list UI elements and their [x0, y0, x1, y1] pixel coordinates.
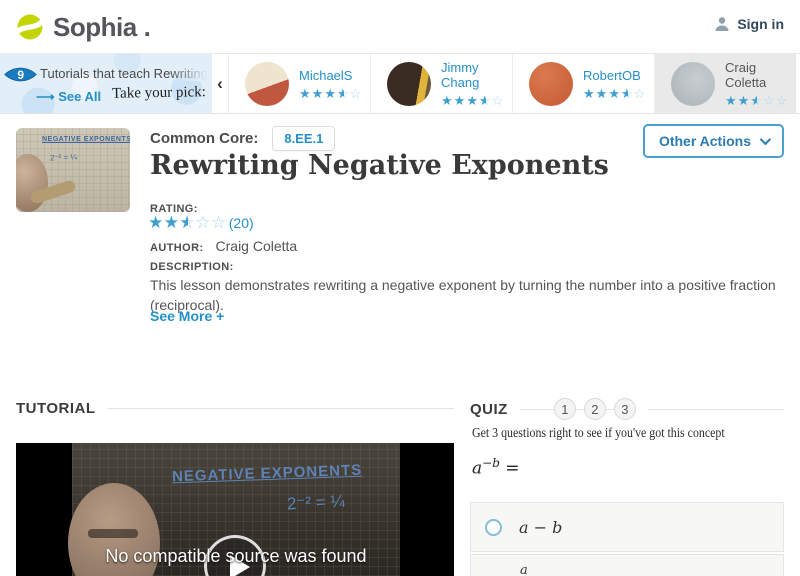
carousel-prev-button[interactable]: ‹ — [212, 54, 228, 113]
tutorial-count-badge: 9 — [4, 58, 37, 91]
formula-exponent: −b — [482, 456, 500, 470]
tutor-name: Jimmy Chang — [441, 60, 480, 90]
author-row: AUTHOR: Craig Coletta — [150, 238, 297, 254]
video-player[interactable]: NEGATIVE EXPONENTS 2⁻² = ¼ No compatible… — [16, 443, 454, 576]
quiz-option-1[interactable]: a − b — [470, 502, 784, 552]
quiz-rule-segment — [519, 408, 554, 410]
see-more-link[interactable]: See More + — [150, 308, 224, 324]
sign-in-button[interactable]: Sign in — [714, 16, 784, 32]
quiz-option-2[interactable]: a — [470, 554, 784, 576]
tutor-card-robertob[interactable]: RobertOB ★★★ ★ ☆☆ — [512, 54, 654, 113]
description-text: This lesson demonstrates rewriting a neg… — [150, 277, 776, 313]
video-person-glasses — [88, 529, 138, 538]
tutor-rating-stars: ★★★ ★ ☆☆ — [299, 85, 363, 101]
tutor-avatar — [529, 61, 573, 106]
quiz-step-2[interactable]: 2 — [583, 398, 606, 420]
other-actions-button[interactable]: Other Actions — [642, 124, 784, 158]
rating-stars: ★★ ★ ☆☆☆ — [148, 213, 227, 232]
rating-count-link[interactable]: (20) — [229, 215, 254, 231]
quiz-instruction: Get 3 questions right to see if you've g… — [472, 426, 725, 441]
author-label: AUTHOR: — [150, 242, 204, 254]
page: Sophia. Sign in 9 Tutorials that teach R… — [0, 0, 800, 576]
tutor-rating-stars: ★★★ ★ ☆☆ — [441, 93, 505, 108]
sign-in-label: Sign in — [737, 16, 784, 32]
tutorial-section-heading: TUTORIAL — [16, 400, 454, 417]
thumbnail-board-equation: 2⁻² = ¼ — [49, 152, 78, 163]
tutor-carousel: 9 Tutorials that teach Rewriting N ⟶ See… — [0, 53, 800, 114]
tutor-name: MichaelS — [299, 67, 353, 83]
quiz-rule-segment — [605, 408, 614, 410]
carousel-next-button[interactable]: › — [796, 54, 800, 113]
carousel-title: Tutorials that teach Rewriting N — [40, 66, 208, 81]
brand-name: Sophia — [53, 11, 137, 42]
carousel-info-panel: 9 Tutorials that teach Rewriting N ⟶ See… — [0, 54, 212, 113]
tutor-name: Craig Coletta — [725, 60, 767, 90]
quiz-step-1[interactable]: 1 — [553, 398, 576, 420]
common-core-row: Common Core: 8.EE.1 — [150, 126, 336, 151]
video-board-equation: 2⁻² = ¼ — [286, 491, 346, 514]
description-label: DESCRIPTION: — [150, 261, 234, 273]
tutor-card-jimmy-chang[interactable]: Jimmy Chang ★★★ ★ ☆☆ — [370, 54, 512, 113]
quiz-step-3[interactable]: 3 — [613, 398, 636, 420]
sophia-logo-icon — [14, 11, 46, 43]
formula-base: a — [472, 458, 483, 479]
header: Sophia. Sign in — [0, 0, 800, 53]
see-all-arrow-icon: ⟶ — [36, 89, 55, 104]
take-your-pick-text: Take your pick: — [111, 84, 207, 102]
option-label: a − b — [519, 517, 563, 537]
rating-row: ★★ ★ ☆☆☆ (20) — [148, 214, 254, 231]
chevron-left-icon: ‹ — [217, 73, 223, 93]
video-error-message: No compatible source was found — [105, 546, 367, 566]
tutor-avatar — [245, 61, 289, 106]
author-name: Craig Coletta — [215, 238, 298, 254]
see-all-link[interactable]: ⟶ See All — [36, 89, 101, 105]
common-core-label: Common Core: — [150, 130, 259, 147]
tutor-card-craig-coletta-selected[interactable]: Craig Coletta ★★ ★ ☆☆☆ — [654, 54, 796, 113]
formula-equals: = — [505, 458, 520, 479]
radio-button[interactable] — [485, 518, 502, 536]
fraction-numerator: a — [516, 563, 532, 576]
standard-code-chip[interactable]: 8.EE.1 — [272, 126, 336, 151]
thumbnail-board-title: NEGATIVE EXPONENTS — [42, 136, 130, 143]
sophia-logo[interactable]: Sophia. — [14, 11, 151, 43]
option-fraction: a — [516, 563, 532, 576]
tutor-card-michaels[interactable]: MichaelS ★★★ ★ ☆☆ — [228, 54, 370, 113]
quiz-rule-segment — [575, 408, 584, 410]
tutor-rating-stars: ★★★ ★ ☆☆ — [583, 85, 647, 101]
tutorial-heading-text: TUTORIAL — [16, 400, 96, 417]
quiz-heading-text: QUIZ — [470, 400, 508, 418]
tutor-rating-stars: ★★ ★ ☆☆☆ — [725, 93, 789, 108]
video-board-title: NEGATIVE EXPONENTS — [171, 461, 363, 486]
thumbnail-person — [16, 154, 48, 212]
tutor-avatar — [387, 61, 431, 106]
quiz-section-heading: QUIZ 1 2 3 — [470, 398, 784, 420]
user-icon — [714, 16, 730, 32]
tutor-name: RobertOB — [583, 67, 641, 83]
chevron-down-icon — [759, 133, 772, 146]
quiz-heading-rule — [647, 408, 784, 410]
page-title: Rewriting Negative Exponents — [150, 150, 609, 181]
tutorial-thumbnail[interactable]: NEGATIVE EXPONENTS 2⁻² = ¼ — [16, 128, 130, 212]
tutorial-heading-rule — [107, 408, 454, 409]
tutor-avatar — [671, 61, 715, 106]
quiz-question-formula: a−b = — [472, 456, 520, 479]
brand-dot: . — [143, 11, 151, 42]
